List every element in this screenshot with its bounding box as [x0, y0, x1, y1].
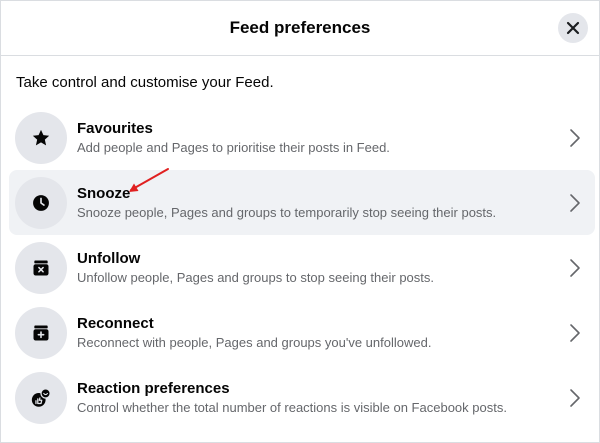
chevron-right-icon — [570, 193, 580, 212]
favourites-description: Add people and Pages to prioritise their… — [77, 140, 390, 155]
unfollow-text: Unfollow Unfollow people, Pages and grou… — [77, 249, 434, 286]
favourites-icon-circle — [15, 111, 67, 164]
preferences-list: Favourites Add people and Pages to prior… — [9, 105, 595, 430]
favourites-text: Favourites Add people and Pages to prior… — [77, 119, 390, 156]
close-icon — [566, 21, 580, 35]
favourites-title: Favourites — [77, 120, 153, 137]
intro-text: Take control and customise your Feed. — [16, 74, 274, 91]
reconnect-icon-circle — [15, 306, 67, 359]
unfollow-box-icon — [33, 260, 49, 275]
close-button[interactable] — [558, 13, 588, 43]
annotation-arrow-icon — [129, 168, 169, 192]
snooze-description: Snooze people, Pages and groups to tempo… — [77, 205, 497, 220]
chevron-right-icon — [570, 388, 580, 407]
unfollow-option[interactable]: Unfollow Unfollow people, Pages and grou… — [9, 235, 595, 300]
favourites-option[interactable]: Favourites Add people and Pages to prior… — [9, 105, 595, 170]
snooze-option[interactable]: Snooze Snooze people, Pages and groups t… — [9, 170, 595, 235]
reconnect-option[interactable]: Reconnect Reconnect with people, Pages a… — [9, 300, 595, 365]
unfollow-description: Unfollow people, Pages and groups to sto… — [77, 270, 435, 285]
reconnect-box-icon — [33, 325, 49, 340]
reconnect-text: Reconnect Reconnect with people, Pages a… — [77, 314, 431, 351]
reaction-preferences-title: Reaction preferences — [77, 380, 230, 397]
unfollow-icon-circle — [15, 241, 67, 294]
reconnect-description: Reconnect with people, Pages and groups … — [77, 335, 432, 350]
star-icon — [32, 129, 50, 145]
reaction-preferences-description: Control whether the total number of reac… — [77, 400, 507, 415]
reaction-icon — [31, 387, 51, 407]
snooze-icon-circle — [15, 176, 67, 229]
reaction-preferences-option[interactable]: Reaction preferences Control whether the… — [9, 365, 595, 430]
reconnect-title: Reconnect — [77, 315, 154, 332]
chevron-right-icon — [570, 323, 580, 342]
unfollow-title: Unfollow — [77, 250, 141, 267]
reaction-preferences-text: Reaction preferences Control whether the… — [77, 379, 507, 416]
dialog-title: Feed preferences — [229, 18, 371, 37]
feed-preferences-dialog: Feed preferences Take control and custom… — [0, 0, 600, 443]
reaction-icon-circle — [15, 371, 67, 424]
dialog-header: Feed preferences — [1, 1, 599, 56]
clock-icon — [33, 194, 49, 211]
chevron-right-icon — [570, 258, 580, 277]
chevron-right-icon — [570, 128, 580, 147]
